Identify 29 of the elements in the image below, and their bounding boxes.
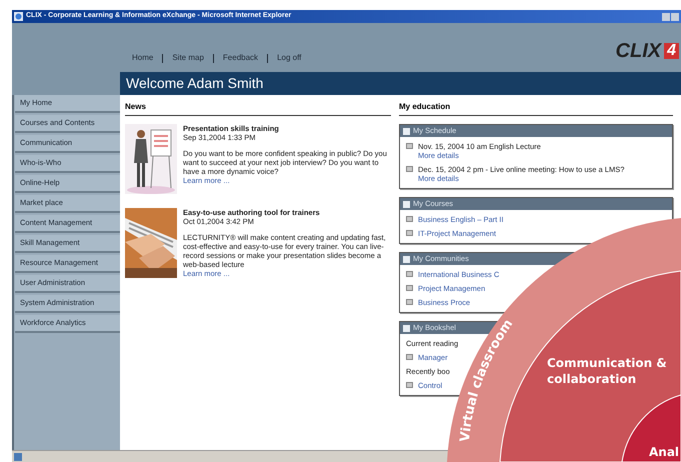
bullet-icon: [406, 354, 413, 360]
box-icon: [403, 128, 410, 134]
section-heading: News: [125, 101, 391, 116]
page-icon: [14, 452, 22, 460]
bullet-icon: [406, 382, 413, 388]
logo-text: CLIX: [616, 41, 662, 61]
maximize-button[interactable]: [671, 12, 679, 20]
box-icon: [403, 324, 410, 332]
browser-icon: [14, 12, 23, 21]
bullet-icon: [406, 230, 413, 236]
nav-link[interactable]: Home: [132, 52, 154, 64]
welcome-banner: Welcome Adam Smith: [120, 72, 681, 95]
box-icon: [403, 256, 410, 262]
bullet-icon: [406, 271, 413, 277]
bullet-icon: [406, 285, 413, 291]
logo-badge: 4: [664, 43, 679, 59]
minimize-button[interactable]: [662, 12, 670, 20]
nav-link[interactable]: Site map: [172, 52, 204, 64]
ring-label: Anal: [649, 445, 680, 459]
nav-link[interactable]: Log off: [277, 52, 302, 64]
section-heading: My education: [399, 101, 673, 116]
nav-link[interactable]: Feedback: [222, 52, 258, 64]
bullet-icon: [406, 299, 413, 305]
inner-ring: [622, 394, 681, 462]
box-icon: [403, 200, 410, 208]
bullet-icon: [406, 166, 413, 172]
bullet-icon: [406, 143, 413, 149]
bullet-icon: [406, 216, 413, 222]
ring-label: Communication & collaboration: [547, 356, 667, 386]
